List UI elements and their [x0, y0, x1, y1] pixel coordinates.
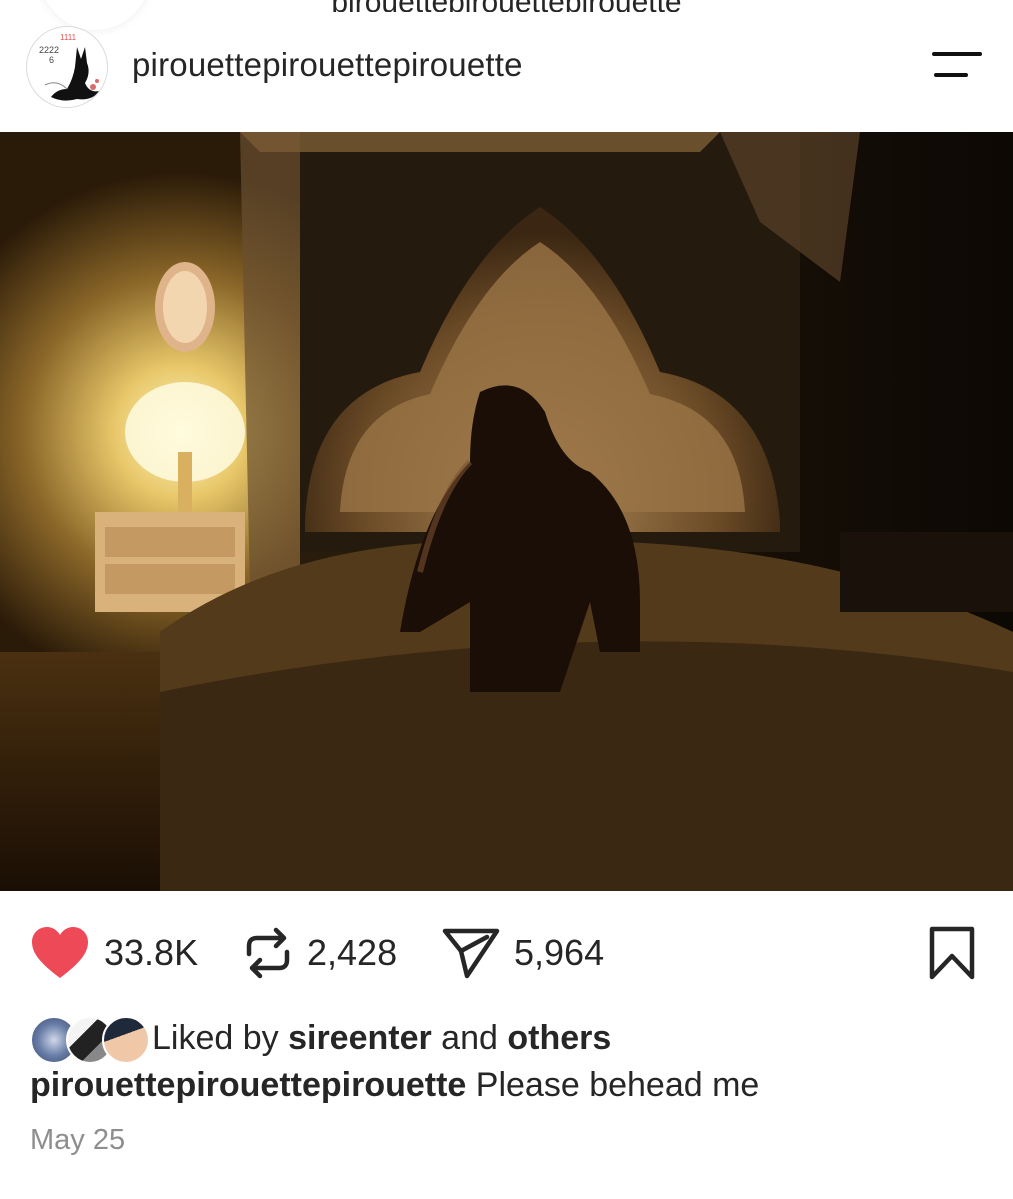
repost-icon — [246, 927, 290, 979]
like-count: 33.8K — [104, 932, 199, 973]
send-icon — [442, 928, 500, 979]
share-button[interactable]: 5,964 — [442, 918, 604, 988]
liked-by-row[interactable]: Liked by sireenter and others — [30, 1012, 611, 1064]
caption-text: Please behead me — [466, 1066, 760, 1104]
menu-icon-line — [932, 52, 982, 56]
post-username[interactable]: pirouettepirouettepirouette — [132, 46, 523, 84]
liked-by-user[interactable]: sireenter — [288, 1019, 432, 1057]
liked-by-prefix: Liked by — [152, 1018, 289, 1057]
post-caption: pirouettepirouettepirouette Please behea… — [30, 1066, 759, 1105]
liked-by-text: Liked by sireenter and others — [152, 1019, 611, 1058]
caption-username[interactable]: pirouettepirouettepirouette — [30, 1066, 466, 1104]
post-header: 1111 2222 6 pirouettepirouettepirouette — [0, 24, 1013, 108]
share-count: 5,964 — [514, 932, 605, 973]
liked-by-others[interactable]: others — [507, 1019, 611, 1057]
avatar[interactable]: 1111 2222 6 — [26, 26, 108, 108]
repost-button[interactable]: 2,428 — [243, 918, 397, 988]
bedroom-photo-icon — [0, 132, 1013, 891]
cat-silhouette-icon — [44, 47, 99, 101]
post-photo[interactable] — [0, 132, 1013, 891]
heart-icon — [32, 927, 88, 978]
like-button[interactable]: 33.8K — [30, 918, 198, 988]
previous-post-username: pirouettepirouettepirouette — [0, 0, 1013, 12]
action-bar: 33.8K 2,428 5,964 — [0, 918, 1013, 988]
bookmark-icon — [929, 926, 975, 980]
bookmark-button[interactable] — [928, 926, 976, 985]
menu-button[interactable] — [928, 50, 984, 84]
post-date: May 25 — [30, 1124, 126, 1156]
menu-icon-line — [934, 73, 968, 77]
avatar — [102, 1016, 150, 1064]
liker-avatars — [30, 1014, 150, 1064]
repost-count: 2,428 — [307, 932, 398, 973]
liked-by-middle: and — [431, 1018, 508, 1057]
